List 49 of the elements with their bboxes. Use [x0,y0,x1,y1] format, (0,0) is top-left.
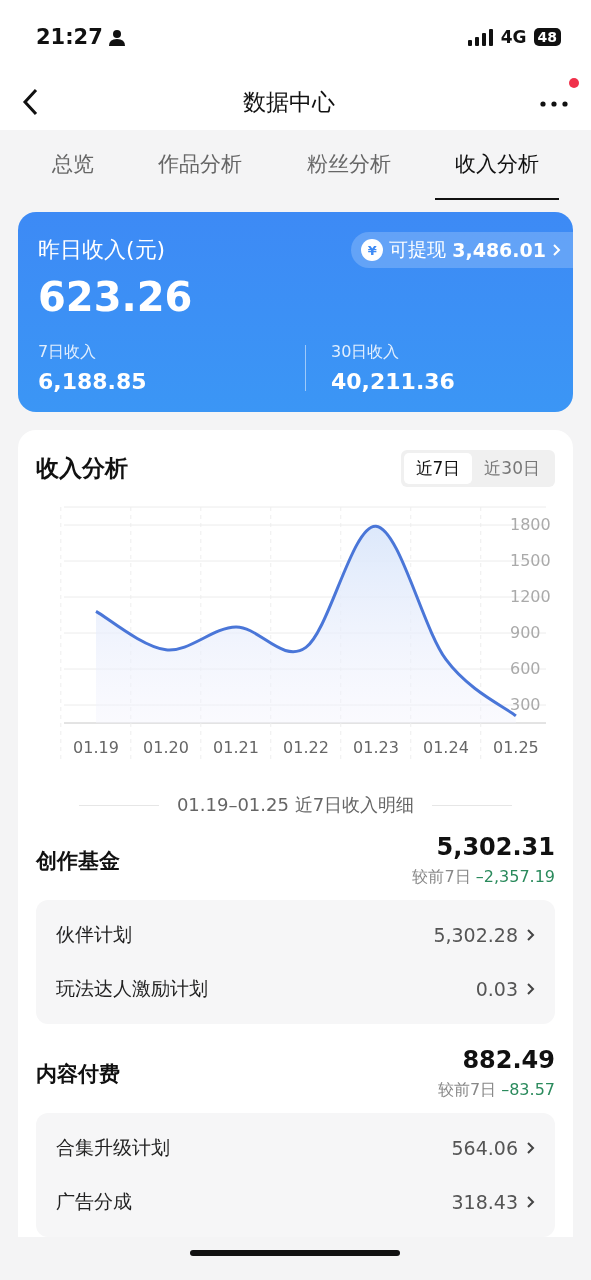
x-tick-label: 01.25 [493,738,539,757]
income-item[interactable]: 合集升级计划 564.06 [36,1121,555,1175]
x-tick-label: 01.20 [143,738,189,757]
page-title: 数据中心 [242,87,335,117]
section-title: 收入分析 [36,454,128,483]
chevron-right-icon [526,982,535,996]
income-item[interactable]: 伙伴计划 5,302.28 [36,908,555,962]
summary-title: 昨日收入(元) [38,236,166,264]
group-amount: 882.49 [462,1046,555,1074]
stat-label: 7日收入 [38,342,98,363]
range-option[interactable]: 近30日 [472,453,552,484]
x-tick-label: 01.19 [73,738,119,757]
chevron-right-icon [526,928,535,942]
x-tick-label: 01.22 [283,738,329,757]
detail-caption: 01.19–01.25 近7日收入明细 [176,793,415,817]
y-tick-label: 900 [510,622,541,642]
tab[interactable]: 收入分析 [434,130,559,200]
income-item[interactable]: 广告分成 318.43 [36,1175,555,1229]
stat-label: 30日收入 [331,342,401,363]
tab[interactable]: 作品分析 [138,130,263,200]
x-tick-label: 01.23 [353,738,399,757]
battery-level: 48 [533,28,561,46]
tab[interactable]: 粉丝分析 [286,130,411,200]
change-text: 较前7日 –2,357.19 [412,867,555,888]
change-text: 较前7日 –83.57 [437,1080,555,1101]
yesterday-amount: 623.26 [38,274,194,320]
stat-value: 6,188.85 [38,369,148,394]
y-tick-label: 1200 [510,586,551,606]
network-label: 4G [500,27,527,47]
y-tick-label: 1500 [510,550,551,570]
back-icon[interactable] [22,88,38,116]
chevron-right-icon [552,243,561,257]
stat-value: 40,211.36 [331,369,456,394]
y-tick-label: 300 [510,694,541,714]
x-tick-label: 01.21 [213,738,259,757]
tab[interactable]: 总览 [32,130,115,200]
group-name: 创作基金 [36,847,120,875]
signal-icon [467,28,494,46]
income-item[interactable]: 玩法达人激励计划 0.03 [36,962,555,1016]
x-tick-label: 01.24 [423,738,469,757]
y-tick-label: 1800 [510,514,551,534]
group-name: 内容付费 [36,1060,120,1088]
y-tick-label: 600 [510,658,541,678]
chevron-right-icon [526,1141,535,1155]
status-time: 21:27 [36,25,103,49]
range-option[interactable]: 近7日 [403,453,473,484]
group-amount: 5,302.31 [436,833,555,861]
chevron-right-icon [526,1195,535,1209]
person-icon [108,28,125,46]
